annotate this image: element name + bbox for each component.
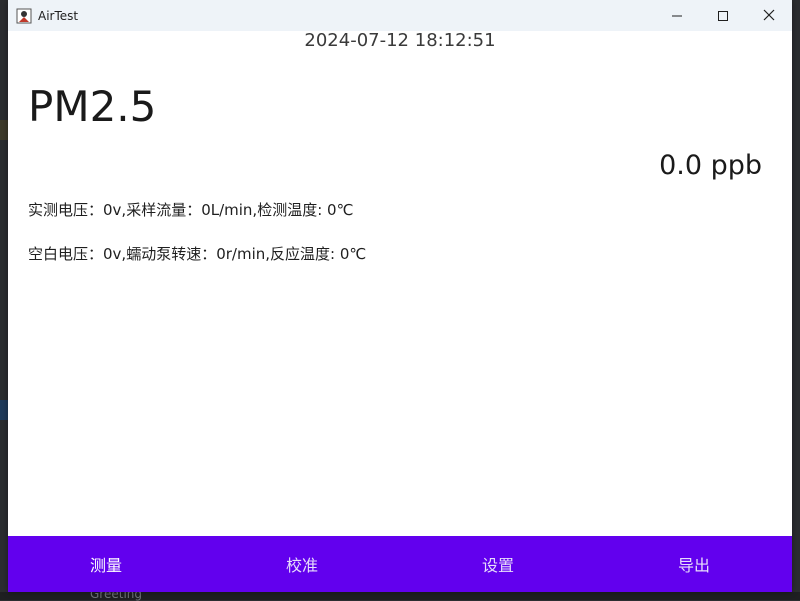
maximize-button[interactable]	[700, 0, 746, 31]
metric-name: PM2.5	[28, 82, 156, 131]
window-controls	[654, 0, 792, 31]
background-ide-right	[792, 0, 800, 600]
close-button[interactable]	[746, 0, 792, 31]
app-window: AirTest 2024-07-1	[8, 0, 792, 592]
minimize-button[interactable]	[654, 0, 700, 31]
window-title: AirTest	[38, 9, 78, 23]
datetime-display: 2024-07-12 18:12:51	[8, 30, 792, 51]
background-ide-left	[0, 0, 8, 600]
app-icon	[16, 8, 32, 24]
bottom-navigation: 测量 校准 设置 导出	[8, 536, 792, 592]
blank-info-line: 空白电压：0v,蠕动泵转速：0r/min,反应温度: 0℃	[28, 243, 366, 264]
nav-settings[interactable]: 设置	[400, 536, 596, 592]
close-icon	[763, 6, 775, 25]
nav-measure[interactable]: 测量	[8, 536, 204, 592]
background-highlight	[0, 120, 8, 140]
measurement-info-line: 实测电压：0v,采样流量：0L/min,检测温度: 0℃	[28, 199, 353, 220]
background-selection	[0, 400, 8, 420]
minimize-icon	[672, 6, 682, 25]
maximize-icon	[718, 6, 728, 25]
reading-value: 0.0 ppb	[659, 150, 762, 181]
title-bar[interactable]: AirTest	[8, 0, 792, 31]
nav-export[interactable]: 导出	[596, 536, 792, 592]
nav-calibrate[interactable]: 校准	[204, 536, 400, 592]
